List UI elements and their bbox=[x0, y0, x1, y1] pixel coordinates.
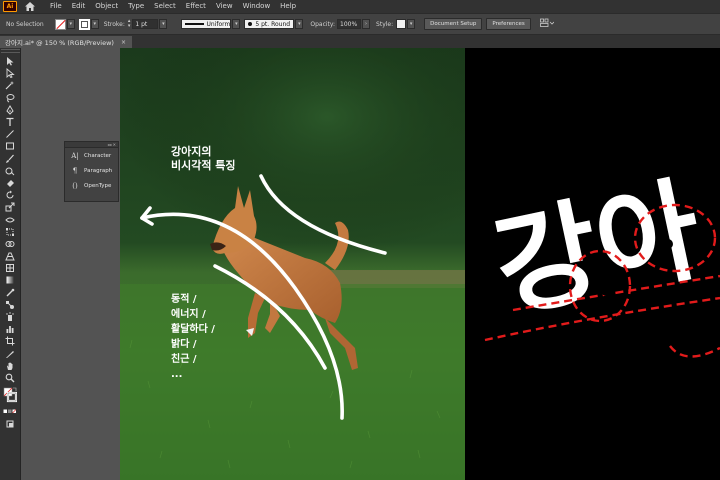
paintbrush-tool-icon[interactable] bbox=[0, 153, 20, 165]
artboard-tool-icon[interactable] bbox=[0, 335, 20, 347]
pen-tool-icon[interactable] bbox=[0, 104, 20, 116]
lasso-tool-icon[interactable] bbox=[0, 92, 20, 104]
stroke-stepper[interactable]: ▴ ▾ bbox=[128, 19, 131, 29]
gradient-tool-icon[interactable] bbox=[0, 274, 20, 286]
line-tool-icon[interactable] bbox=[0, 128, 20, 140]
free-transform-tool-icon[interactable] bbox=[0, 226, 20, 238]
brush-dropdown[interactable]: ▾ bbox=[295, 19, 304, 29]
preferences-button[interactable]: Preferences bbox=[486, 18, 531, 30]
slice-tool-icon[interactable] bbox=[0, 348, 20, 360]
brush-dot-icon bbox=[248, 22, 253, 26]
opacity-label[interactable]: Opacity: bbox=[310, 21, 335, 28]
stroke-weight-field[interactable]: 1 pt bbox=[132, 19, 159, 29]
eraser-tool-icon[interactable] bbox=[0, 177, 20, 189]
panel-item-label: Paragraph bbox=[84, 167, 113, 174]
opacity-field[interactable]: 100% bbox=[337, 19, 362, 29]
perspective-grid-tool-icon[interactable] bbox=[0, 250, 20, 262]
brush-label: 5 pt. Round bbox=[255, 20, 291, 28]
direct-selection-tool-icon[interactable] bbox=[0, 67, 20, 79]
fill-stroke-icon[interactable] bbox=[0, 384, 20, 406]
stroke-dropdown[interactable]: ▾ bbox=[90, 19, 99, 29]
fill-swatch[interactable] bbox=[54, 18, 66, 30]
close-icon[interactable]: × bbox=[121, 39, 126, 46]
fill-dropdown[interactable]: ▾ bbox=[66, 19, 75, 29]
menu-effect[interactable]: Effect bbox=[181, 0, 211, 13]
rectangle-tool-icon[interactable] bbox=[0, 140, 20, 152]
trait-item: 친근 / bbox=[171, 354, 197, 365]
canvas-trait-list[interactable]: 동적 / 에너지 / 활달하다 / 밝다 / 친근 / ... bbox=[171, 292, 215, 382]
title-artboard[interactable]: 강아 bbox=[465, 48, 720, 480]
style-dropdown[interactable]: ▾ bbox=[407, 19, 416, 29]
paragraph-icon: ¶ bbox=[72, 166, 78, 175]
panel-grip[interactable] bbox=[1, 49, 20, 53]
stroke-weight-dropdown[interactable]: ▾ bbox=[159, 19, 168, 29]
menu-edit[interactable]: Edit bbox=[67, 0, 91, 13]
control-bar: No Selection ▾ ▾ Stroke: ▴ ▾ 1 pt ▾ Unifo… bbox=[0, 13, 720, 35]
trait-item: ... bbox=[171, 369, 183, 380]
panel-item-label: OpenType bbox=[84, 182, 112, 189]
character-icon: A| bbox=[71, 151, 79, 160]
panel-item-character[interactable]: A| Character bbox=[65, 148, 118, 163]
selection-status: No Selection bbox=[6, 20, 44, 28]
selection-tool-icon[interactable] bbox=[0, 55, 20, 67]
eyedropper-tool-icon[interactable] bbox=[0, 287, 20, 299]
menu-view[interactable]: View bbox=[211, 0, 238, 13]
document-setup-button[interactable]: Document Setup bbox=[424, 18, 483, 30]
blend-tool-icon[interactable] bbox=[0, 299, 20, 311]
menu-bar: Ai File Edit Object Type Select Effect V… bbox=[0, 0, 720, 13]
app-logo: Ai bbox=[3, 1, 17, 12]
menu-window[interactable]: Window bbox=[238, 0, 276, 13]
trait-item: 활달하다 / bbox=[171, 324, 215, 335]
home-icon[interactable] bbox=[23, 1, 37, 12]
menu-help[interactable]: Help bbox=[275, 0, 301, 13]
symbol-sprayer-tool-icon[interactable] bbox=[0, 311, 20, 323]
illustrator-window: Ai File Edit Object Type Select Effect V… bbox=[0, 0, 720, 480]
scale-tool-icon[interactable] bbox=[0, 201, 20, 213]
document-tab-bar: 강아지.ai* @ 150 % (RGB/Preview) × bbox=[0, 35, 720, 48]
tools-panel bbox=[0, 48, 21, 480]
mesh-tool-icon[interactable] bbox=[0, 262, 20, 274]
opacity-dropdown[interactable]: › bbox=[362, 19, 371, 29]
type-tool-icon[interactable] bbox=[0, 116, 20, 128]
variable-width-profile[interactable]: Uniform bbox=[181, 19, 232, 29]
title-line: 강아지의 bbox=[171, 145, 212, 158]
hand-tool-icon[interactable] bbox=[0, 360, 20, 372]
rotate-tool-icon[interactable] bbox=[0, 189, 20, 201]
stroke-swatch[interactable] bbox=[78, 18, 90, 30]
magic-wand-tool-icon[interactable] bbox=[0, 79, 20, 91]
canvas-title-text[interactable]: 강아지의 비시각적 특징 bbox=[171, 145, 236, 173]
dog-photo-artboard[interactable] bbox=[120, 48, 465, 480]
graphic-style-swatch[interactable] bbox=[396, 19, 407, 29]
draw-mode-icon[interactable] bbox=[0, 418, 20, 430]
shaper-tool-icon[interactable] bbox=[0, 165, 20, 177]
profile-dropdown[interactable]: ▾ bbox=[232, 19, 241, 29]
type-panels-dock: ◂◂ ✕ A| Character ¶ Paragraph () OpenTyp… bbox=[64, 141, 119, 202]
trait-item: 밝다 / bbox=[171, 339, 197, 350]
tab-title: 강아지.ai* @ 150 % (RGB/Preview) bbox=[5, 39, 114, 47]
menu-file[interactable]: File bbox=[45, 0, 67, 13]
opentype-icon: () bbox=[72, 181, 78, 190]
shape-builder-tool-icon[interactable] bbox=[0, 238, 20, 250]
profile-line-preview bbox=[185, 23, 204, 25]
column-graph-tool-icon[interactable] bbox=[0, 323, 20, 335]
panel-item-opentype[interactable]: () OpenType bbox=[65, 178, 118, 193]
title-line: 비시각적 특징 bbox=[171, 159, 236, 172]
brush-definition[interactable]: 5 pt. Round bbox=[244, 19, 295, 29]
zoom-tool-icon[interactable] bbox=[0, 372, 20, 384]
menu-type[interactable]: Type bbox=[123, 0, 149, 13]
trait-item: 동적 / bbox=[171, 294, 197, 305]
panel-item-paragraph[interactable]: ¶ Paragraph bbox=[65, 163, 118, 178]
menu-select[interactable]: Select bbox=[149, 0, 181, 13]
arrange-documents-icon[interactable] bbox=[539, 18, 555, 30]
trait-item: 에너지 / bbox=[171, 309, 206, 320]
panel-item-label: Character bbox=[84, 152, 112, 159]
menu-object[interactable]: Object bbox=[90, 0, 123, 13]
style-label: Style: bbox=[376, 20, 394, 28]
tab-document[interactable]: 강아지.ai* @ 150 % (RGB/Preview) × bbox=[0, 36, 132, 48]
color-mode-icon[interactable] bbox=[0, 406, 20, 418]
stroke-label[interactable]: Stroke: bbox=[104, 21, 125, 28]
width-tool-icon[interactable] bbox=[0, 213, 20, 225]
profile-label: Uniform bbox=[206, 20, 231, 28]
